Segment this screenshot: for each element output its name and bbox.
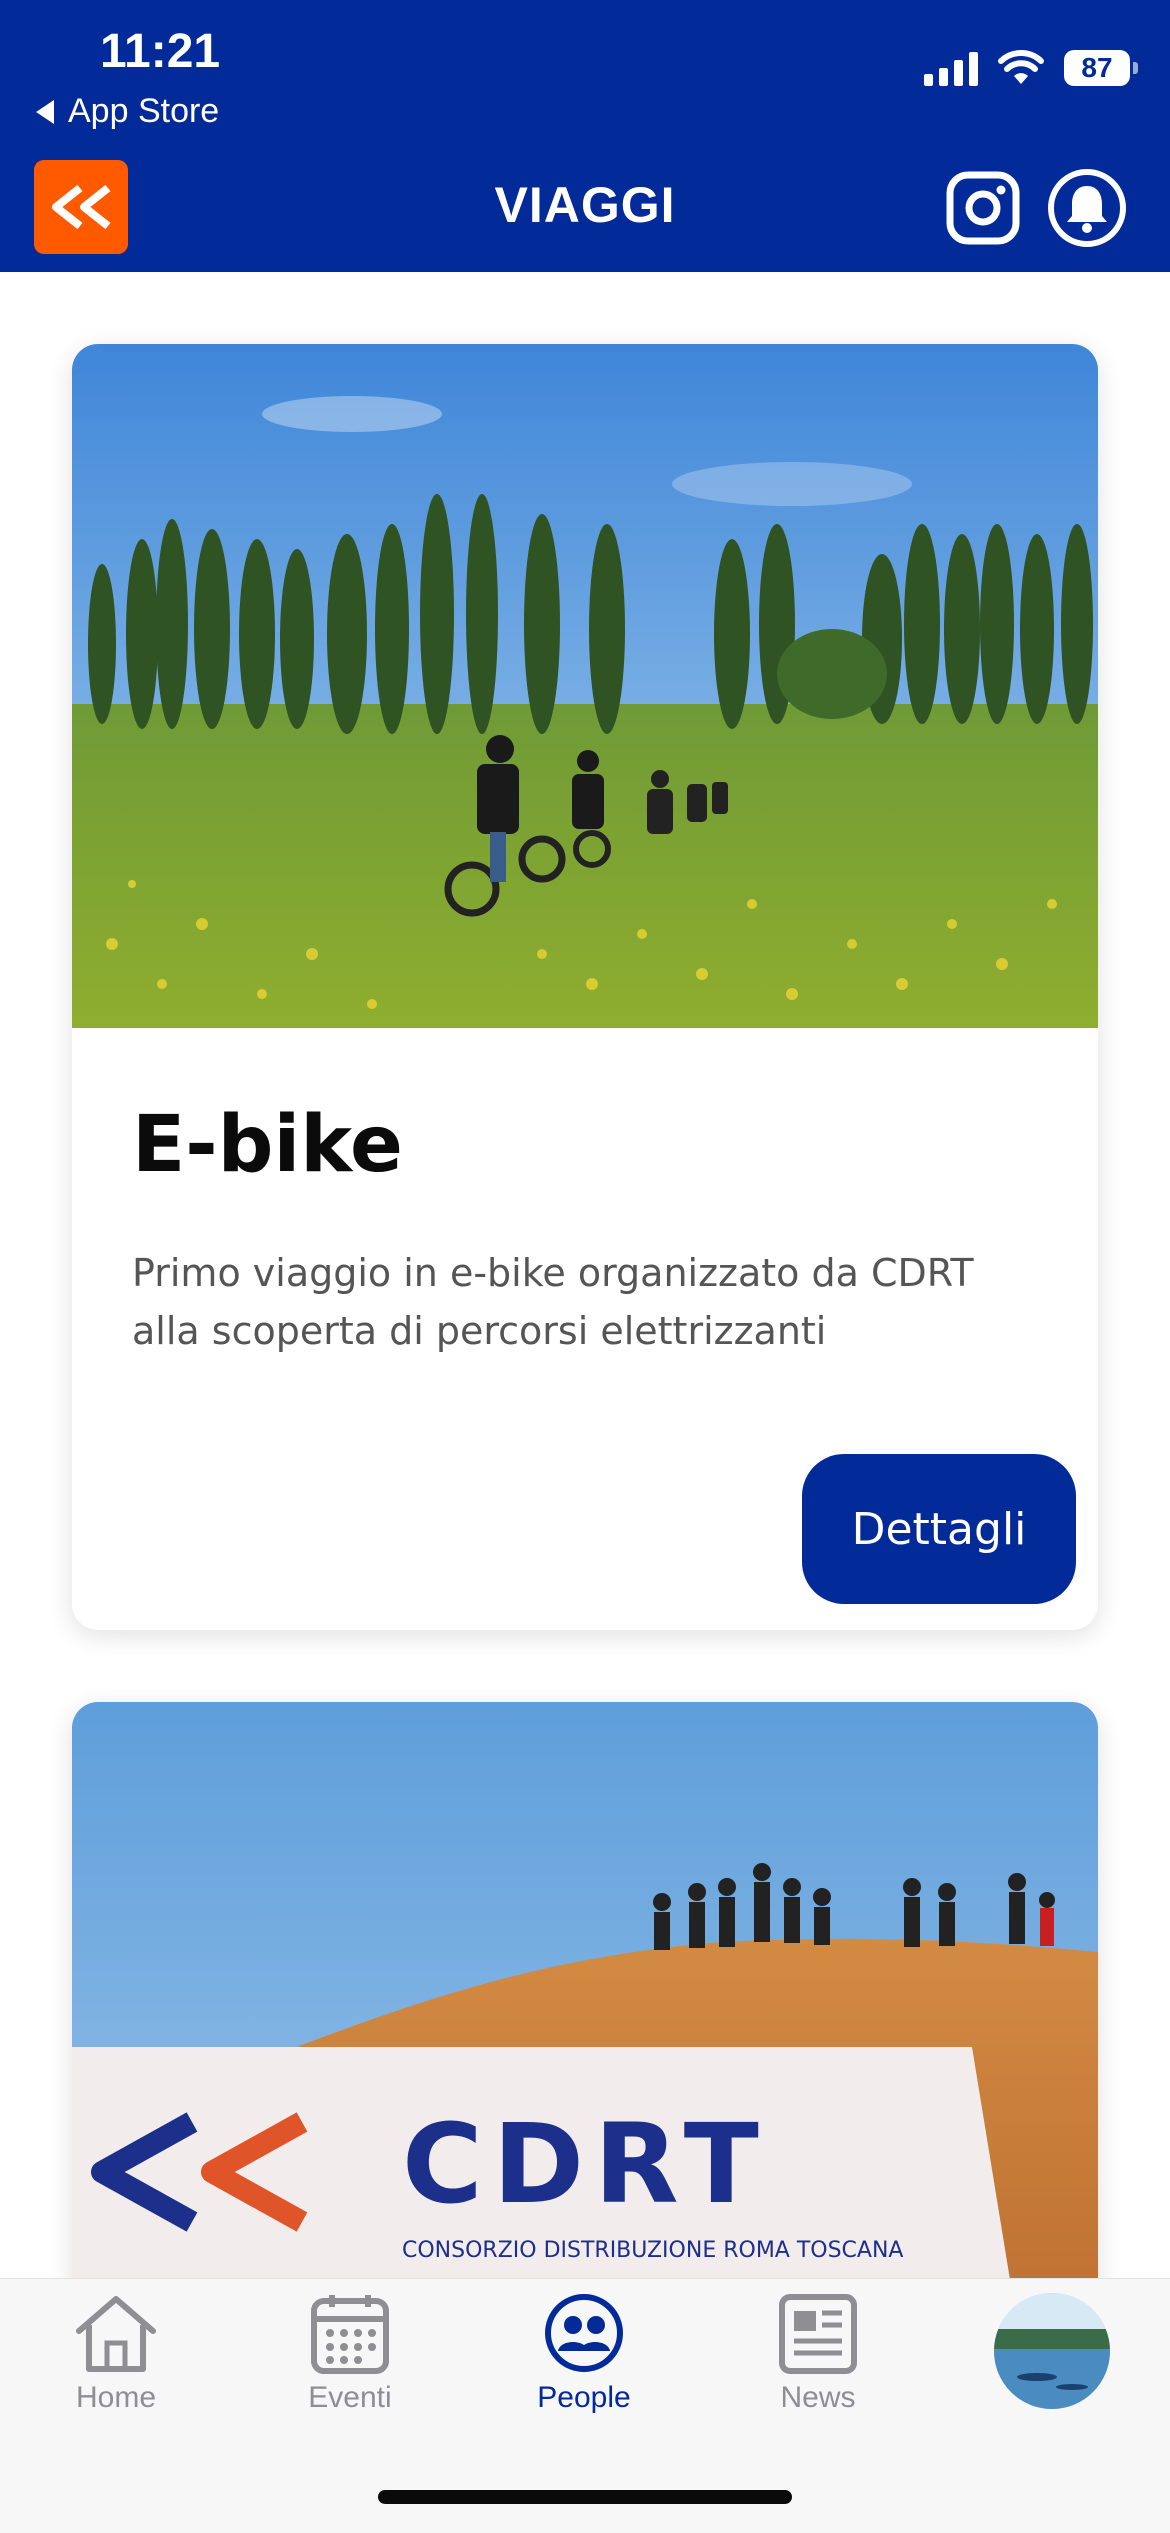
back-arrow-icon — [36, 99, 54, 124]
status-icons: 87 — [924, 50, 1138, 86]
tab-label-home: Home — [75, 2381, 157, 2414]
top-header: 11:21 App Store 87 VIAGGI — [0, 0, 1170, 272]
home-indicator — [378, 2490, 792, 2504]
instagram-icon — [946, 171, 1020, 245]
tab-label-news: News — [780, 2381, 856, 2414]
trip-card-ebike[interactable]: E-bike Primo viaggio in e-bike organizza… — [72, 344, 1098, 1630]
home-icon — [76, 2296, 156, 2372]
bell-icon — [1048, 169, 1126, 247]
tab-label-eventi: Eventi — [308, 2381, 392, 2414]
wifi-icon — [998, 50, 1044, 84]
battery-icon: 87 — [1064, 50, 1138, 86]
notifications-button[interactable] — [1047, 168, 1127, 248]
instagram-button[interactable] — [943, 168, 1023, 248]
tab-eventi[interactable]: Eventi — [250, 2291, 450, 2441]
tab-profile[interactable] — [952, 2291, 1152, 2441]
cyclists-in-field-photo — [72, 344, 1098, 1028]
profile-avatar — [994, 2293, 1110, 2409]
card-title: E-bike — [132, 1100, 403, 1190]
tab-news[interactable]: News — [718, 2291, 918, 2441]
cellular-signal-icon — [924, 50, 978, 86]
newspaper-icon — [779, 2294, 857, 2374]
status-time: 11:21 — [100, 25, 221, 78]
back-app-label: App Store — [68, 92, 220, 130]
back-to-app-store[interactable]: App Store — [36, 92, 219, 131]
calendar-icon — [311, 2295, 389, 2374]
banner-brand: CDRT — [402, 2100, 769, 2228]
tab-home[interactable]: Home — [16, 2291, 216, 2441]
details-button[interactable]: Dettagli — [802, 1454, 1076, 1604]
tab-people[interactable]: People — [484, 2291, 684, 2441]
tab-label-people: People — [537, 2381, 631, 2414]
banner-subtitle: CONSORZIO DISTRIBUZIONE ROMA TOSCANA — [402, 2238, 903, 2263]
people-icon — [545, 2294, 623, 2372]
card-description: Primo viaggio in e-bike organizzato da C… — [132, 1251, 974, 1353]
battery-level: 87 — [1081, 52, 1113, 83]
